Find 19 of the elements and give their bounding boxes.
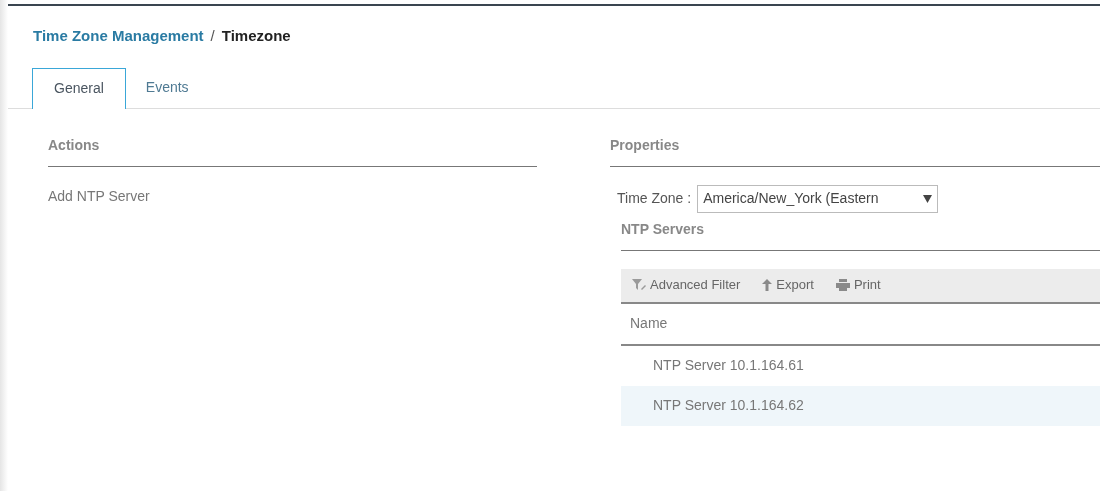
- action-link[interactable]: Add NTP Server: [48, 185, 537, 207]
- toolbar-button[interactable]: Export: [762, 275, 814, 295]
- tab[interactable]: General: [32, 67, 126, 109]
- toolbar-button[interactable]: Advanced Filter: [632, 275, 741, 295]
- breadcrumb-link[interactable]: Time Zone Management: [33, 25, 204, 48]
- section-title: Properties: [610, 134, 1100, 167]
- field-label: Time Zone :: [617, 189, 692, 208]
- section-title: NTP Servers: [621, 218, 1100, 251]
- toolbar-button[interactable]: Print: [835, 275, 881, 295]
- breadcrumb-separator: /: [210, 26, 215, 46]
- dropdown-arrow-icon: [923, 194, 933, 203]
- up-arrow-icon: [762, 279, 773, 291]
- table-row[interactable]: NTP Server 10.1.164.62: [621, 385, 1100, 426]
- filter-icon: [632, 279, 646, 291]
- tab[interactable]: Events: [125, 67, 209, 108]
- section-title: Actions: [48, 134, 537, 167]
- printer-icon: [835, 279, 850, 291]
- breadcrumb-current: Timezone: [221, 26, 291, 46]
- time-zone-select[interactable]: America/New_York (Eastern: [697, 184, 939, 213]
